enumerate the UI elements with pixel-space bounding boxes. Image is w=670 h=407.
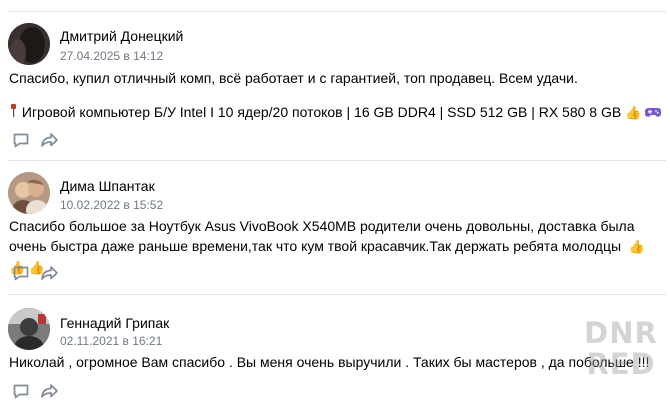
watermark-line1: DNR (584, 316, 658, 350)
share-button[interactable] (40, 382, 60, 402)
gamepad-icon (645, 104, 662, 120)
share-button[interactable] (40, 131, 60, 151)
comment-button[interactable] (12, 264, 32, 284)
divider (8, 294, 666, 295)
avatar[interactable] (8, 23, 50, 65)
share-icon (41, 133, 58, 147)
comment-button[interactable] (12, 131, 32, 151)
review-date: 27.04.2025 в 14:12 (60, 49, 164, 63)
share-button[interactable] (40, 264, 60, 284)
avatar[interactable] (8, 172, 50, 214)
divider-top (8, 11, 666, 12)
pin-icon (9, 104, 18, 124)
author-name[interactable]: Дима Шпантак (60, 178, 155, 194)
comment-icon (13, 266, 29, 281)
review-text: Спасибо, купил отличный комп, всё работа… (9, 70, 578, 86)
comment-icon (13, 384, 29, 399)
avatar[interactable] (8, 308, 50, 350)
review-product-line: Игровой компьютер Б/У Intel I 10 ядер/20… (9, 102, 664, 124)
share-icon (41, 266, 58, 280)
divider (8, 160, 666, 161)
review-text: Николай , огромное Вам спасибо . Вы меня… (9, 354, 650, 370)
review-text: Спасибо большое за Ноутбук Asus VivoBook… (9, 218, 635, 254)
author-name[interactable]: Дмитрий Донецкий (60, 28, 183, 44)
review-date: 02.11.2021 в 16:21 (60, 334, 163, 348)
review-date: 10.02.2022 в 15:52 (60, 198, 164, 212)
review-text-block: Спасибо большое за Ноутбук Asus VivoBook… (9, 216, 664, 278)
product-text: Игровой компьютер Б/У Intel I 10 ядер/20… (21, 104, 622, 120)
comment-icon (13, 133, 29, 148)
author-name[interactable]: Геннадий Грипак (60, 315, 169, 331)
comment-button[interactable] (12, 382, 32, 402)
share-icon (41, 384, 58, 398)
thumbs-up-emoji: 👍 (625, 105, 642, 120)
